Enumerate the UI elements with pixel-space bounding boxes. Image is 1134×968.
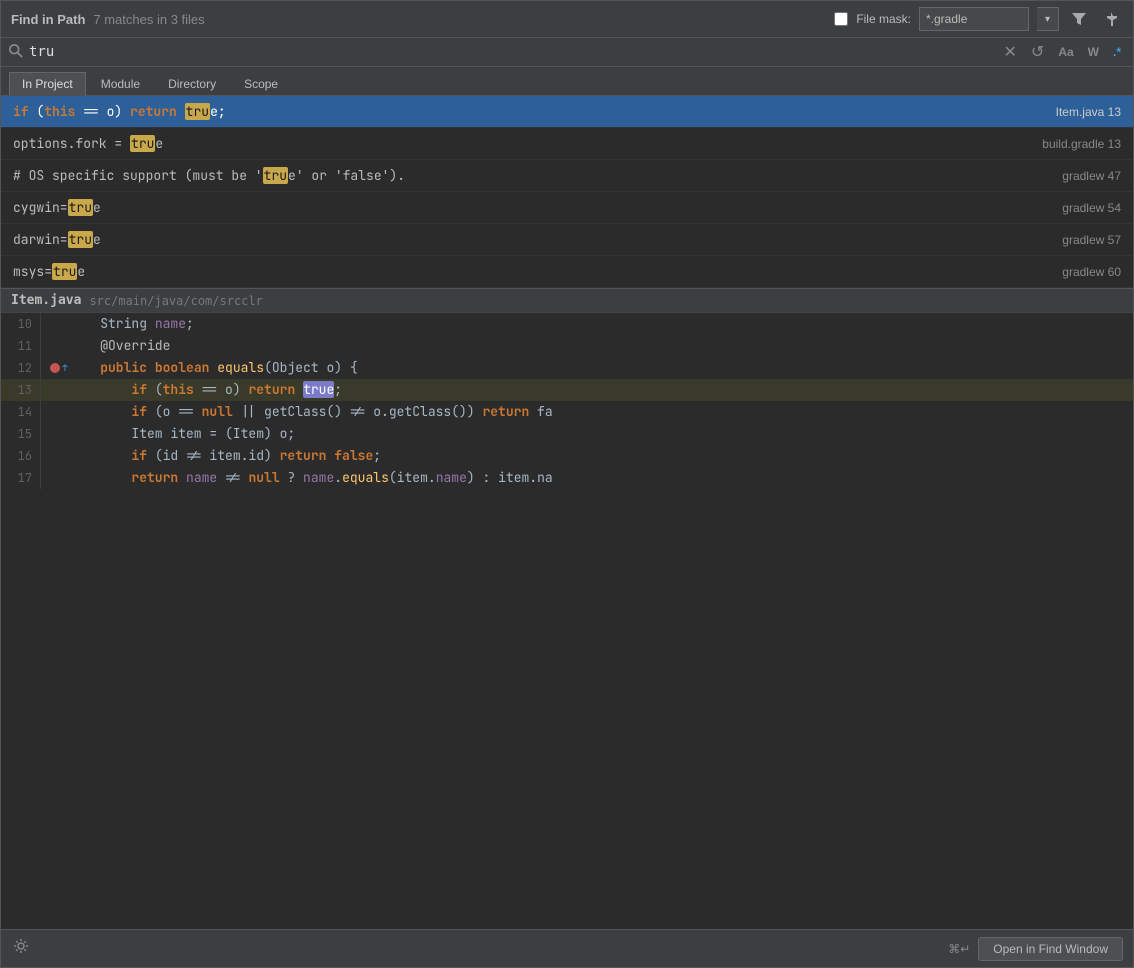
filter-icon-btn[interactable]: [1067, 9, 1091, 29]
file-mask-dropdown[interactable]: ▾: [1037, 7, 1059, 31]
find-in-path-panel: Find in Path 7 matches in 3 files File m…: [0, 0, 1134, 968]
line-content: if (o == null || getClass() != o.getClas…: [69, 401, 1133, 423]
line-number: 17: [1, 467, 41, 489]
result-code: if (this == o) return true;: [13, 103, 1044, 120]
search-history-button[interactable]: ↺: [1027, 42, 1048, 62]
keyboard-shortcut: ⌘↵: [948, 942, 970, 956]
line-number: 11: [1, 335, 41, 357]
result-code: msys=true: [13, 263, 1050, 280]
code-line: 12 ↑ public boolean equals(Object o) {: [1, 357, 1133, 379]
match-case-button[interactable]: Aa: [1054, 45, 1077, 59]
result-code: # OS specific support (must be 'true' or…: [13, 167, 1050, 184]
result-row[interactable]: options.fork = true build.gradle 13: [1, 128, 1133, 160]
search-icon: [9, 44, 23, 61]
line-content: @Override: [69, 335, 1133, 357]
line-gutter: [49, 313, 69, 335]
line-number: 12: [1, 357, 41, 379]
result-row[interactable]: # OS specific support (must be 'true' or…: [1, 160, 1133, 192]
tab-in-project[interactable]: In Project: [9, 72, 86, 96]
code-line: 15 Item item = (Item) o;: [1, 423, 1133, 445]
line-content: Item item = (Item) o;: [69, 423, 1133, 445]
line-number: 10: [1, 313, 41, 335]
tab-scope[interactable]: Scope: [231, 72, 291, 96]
line-number: 16: [1, 445, 41, 467]
scope-tabs: In Project Module Directory Scope: [1, 67, 1133, 96]
preview-header: Item.java src/main/java/com/srcclr: [1, 288, 1133, 313]
header-bar: Find in Path 7 matches in 3 files File m…: [1, 1, 1133, 38]
line-content: if (this == o) return true;: [69, 379, 1133, 401]
line-content: return name != null ? name.equals(item.n…: [69, 467, 1133, 489]
breakpoint-icon: [50, 363, 60, 373]
code-preview[interactable]: 10 String name; 11 @Override 12 ↑ public…: [1, 313, 1133, 929]
line-gutter: [49, 445, 69, 467]
result-code: cygwin=true: [13, 199, 1050, 216]
result-row[interactable]: darwin=true gradlew 57: [1, 224, 1133, 256]
code-line: 16 if (id != item.id) return false;: [1, 445, 1133, 467]
result-location: gradlew 47: [1062, 169, 1121, 183]
clear-search-button[interactable]: ✕: [1000, 42, 1021, 62]
override-icon: ↑: [62, 362, 67, 374]
result-code: options.fork = true: [13, 135, 1030, 152]
settings-button[interactable]: [11, 936, 31, 961]
line-gutter: [49, 335, 69, 357]
match-count: 7 matches in 3 files: [93, 12, 204, 27]
file-mask-label: File mask:: [856, 12, 911, 26]
result-row[interactable]: if (this == o) return true; Item.java 13: [1, 96, 1133, 128]
code-line: 11 @Override: [1, 335, 1133, 357]
settings-icon: [13, 938, 29, 954]
footer: ⌘↵ Open in Find Window: [1, 929, 1133, 967]
pin-icon: [1103, 11, 1119, 27]
code-line: 17 return name != null ? name.equals(ite…: [1, 467, 1133, 489]
line-content: public boolean equals(Object o) {: [69, 357, 1133, 379]
code-line: 10 String name;: [1, 313, 1133, 335]
preview-filename: Item.java: [11, 293, 81, 308]
result-code: darwin=true: [13, 231, 1050, 248]
result-location: gradlew 57: [1062, 233, 1121, 247]
file-mask-checkbox[interactable]: [834, 12, 848, 26]
result-location: build.gradle 13: [1042, 137, 1121, 151]
preview-path: src/main/java/com/srcclr: [89, 294, 262, 308]
results-list[interactable]: if (this == o) return true; Item.java 13…: [1, 96, 1133, 288]
pin-icon-btn[interactable]: [1099, 9, 1123, 29]
line-gutter: [49, 401, 69, 423]
line-gutter: ↑: [49, 357, 69, 379]
search-bar: ✕ ↺ Aa W .*: [1, 38, 1133, 67]
line-number: 14: [1, 401, 41, 423]
result-row[interactable]: msys=true gradlew 60: [1, 256, 1133, 288]
file-mask-input[interactable]: [919, 7, 1029, 31]
whole-word-button[interactable]: W: [1084, 45, 1103, 59]
result-row[interactable]: cygwin=true gradlew 54: [1, 192, 1133, 224]
line-gutter: [49, 379, 69, 401]
result-location: gradlew 54: [1062, 201, 1121, 215]
line-number: 15: [1, 423, 41, 445]
filter-icon: [1071, 11, 1087, 27]
line-content: String name;: [69, 313, 1133, 335]
open-in-find-window-button[interactable]: Open in Find Window: [978, 937, 1123, 961]
result-location: gradlew 60: [1062, 265, 1121, 279]
code-line: 13 if (this == o) return true;: [1, 379, 1133, 401]
line-content: if (id != item.id) return false;: [69, 445, 1133, 467]
search-input[interactable]: [29, 44, 994, 60]
regex-button[interactable]: .*: [1109, 45, 1125, 59]
line-gutter: [49, 467, 69, 489]
panel-title: Find in Path: [11, 12, 85, 27]
code-line: 14 if (o == null || getClass() != o.getC…: [1, 401, 1133, 423]
line-number: 13: [1, 379, 41, 401]
line-gutter: [49, 423, 69, 445]
tab-directory[interactable]: Directory: [155, 72, 229, 96]
result-location: Item.java 13: [1056, 105, 1121, 119]
tab-module[interactable]: Module: [88, 72, 153, 96]
